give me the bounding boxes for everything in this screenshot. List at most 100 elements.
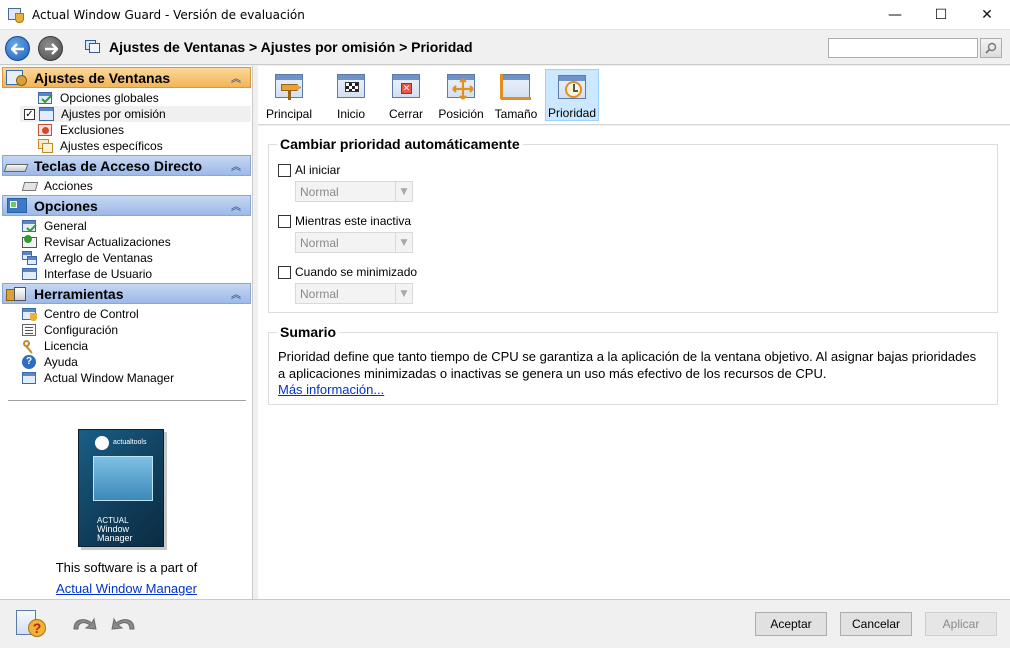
sidebar-item-actual-window-manager[interactable]: Actual Window Manager [20,370,251,386]
group-title: Opciones [34,197,98,214]
sidebar-item-ajustes-especificos[interactable]: Ajustes específicos [20,138,251,154]
search-button[interactable] [980,38,1002,58]
checkbox[interactable] [278,214,291,228]
tab-principal[interactable]: Principal [262,69,316,121]
option-mientras-este-inactiva[interactable]: Mientras este inactiva [278,214,411,228]
group-teclas-de-acceso-directo[interactable]: Teclas de Acceso Directo ︽ [2,155,251,176]
minimize-button[interactable]: — [872,0,918,30]
forward-button[interactable] [38,36,63,61]
window-settings-icon [5,69,29,87]
collapse-chevron-icon[interactable]: ︽ [228,198,244,213]
sidebar-item-interfase-de-usuario[interactable]: Interfase de Usuario [20,266,251,282]
tools-icon [5,285,29,303]
cancel-button[interactable]: Cancelar [840,612,912,636]
priority-select-inactiva[interactable]: Normal ▼ [295,232,413,253]
address-bar: Ajustes de Ventanas > Ajustes por omisió… [0,30,1010,65]
option-label: Cuando se minimizado [295,265,418,279]
box-title-line2: Window Manager [97,524,133,543]
close-button[interactable]: ✕ [964,0,1010,30]
back-button[interactable] [5,36,30,61]
tab-tamano[interactable]: Tamaño [489,69,543,121]
chevron-down-icon: ▼ [395,182,412,201]
group-herramientas[interactable]: Herramientas ︽ [2,283,251,304]
checkbox[interactable] [278,163,291,177]
tab-label: Posición [438,107,484,121]
sidebar-item-label: Ajustes específicos [60,139,163,153]
window-controls: — ☐ ✕ [872,0,1010,30]
promo-link[interactable]: Actual Window Manager [0,581,253,596]
group-title: Ajustes de Ventanas [34,69,171,86]
help-question-icon[interactable]: ? [16,610,46,638]
user-interface-icon [22,267,38,282]
close-window-icon: ✕ [390,72,422,98]
options-icon [5,197,29,215]
redo-icon[interactable] [110,613,138,633]
tab-label: Inicio [336,107,365,121]
sidebar-item-acciones[interactable]: Acciones [20,178,251,194]
apply-button[interactable]: Aplicar [925,612,997,636]
sidebar-item-general[interactable]: General [20,218,251,234]
app-icon [8,7,24,23]
sidebar-item-revisar-actualizaciones[interactable]: Revisar Actualizaciones [20,234,251,250]
tab-inicio[interactable]: Inicio [324,69,378,121]
collapse-chevron-icon[interactable]: ︽ [228,286,244,301]
maximize-button[interactable]: ☐ [918,0,964,30]
option-cuando-se-minimizado[interactable]: Cuando se minimizado [278,265,417,279]
sidebar-item-label: Revisar Actualizaciones [44,235,171,249]
option-al-iniciar[interactable]: Al iniciar [278,163,340,177]
box-brand: actualtools [113,439,147,446]
tab-posicion[interactable]: Posición [434,69,488,121]
tab-label: Prioridad [547,106,597,120]
sidebar-item-centro-de-control[interactable]: Centro de Control [20,306,251,322]
undo-icon[interactable] [70,613,98,633]
tab-prioridad[interactable]: Prioridad [545,69,599,121]
accept-button[interactable]: Aceptar [755,612,827,636]
default-settings-icon [39,106,55,122]
priority-select-minimizado[interactable]: Normal ▼ [295,283,413,304]
group-opciones[interactable]: Opciones ︽ [2,195,251,216]
priority-select-al-iniciar[interactable]: Normal ▼ [295,181,413,202]
clock-icon [556,73,588,99]
collapse-chevron-icon[interactable]: ︽ [228,70,244,85]
tab-label: Tamaño [494,107,538,121]
sidebar-item-opciones-globales[interactable]: Opciones globales [20,90,251,106]
sidebar-item-ajustes-por-omision[interactable]: ✓ Ajustes por omisión [20,106,251,122]
group-title: Herramientas [34,285,124,302]
collapse-chevron-icon[interactable]: ︽ [228,158,244,173]
sidebar-item-label: Ajustes por omisión [61,107,166,121]
breadcrumb: Ajustes de Ventanas > Ajustes por omisió… [109,39,473,55]
sidebar-item-label: Acciones [44,179,93,193]
tab-cerrar[interactable]: ✕ Cerrar [379,69,433,121]
sidebar-item-licencia[interactable]: Licencia [20,338,251,354]
sidebar-item-configuracion[interactable]: Configuración [20,322,251,338]
arrow-right-icon [44,42,58,55]
summary-title: Sumario [277,324,340,340]
sidebar-item-label: Interfase de Usuario [44,267,153,281]
help-icon: ? [22,354,38,370]
move-arrows-icon [445,72,477,100]
item-checkbox[interactable]: ✓ [24,108,35,120]
box-screen [93,456,153,501]
sidebar-item-ayuda[interactable]: ? Ayuda [20,354,251,370]
bottom-bar: ? Aceptar Cancelar Aplicar [0,599,1010,648]
product-box-image[interactable]: actualtools ACTUAL Window Manager [78,429,164,547]
resize-icon [500,72,532,100]
select-value: Normal [300,287,339,301]
configuration-icon [22,323,38,338]
sidebar-item-label: Arreglo de Ventanas [44,251,153,265]
title-bar: Actual Window Guard - Versión de evaluac… [0,0,1010,30]
search-icon [985,42,997,54]
sidebar-item-exclusiones[interactable]: Exclusiones [20,122,251,138]
more-info-link[interactable]: Más información... [278,382,384,397]
sidebar-item-arreglo-de-ventanas[interactable]: Arreglo de Ventanas [20,250,251,266]
box-title: ACTUAL Window Manager [97,516,163,543]
specific-settings-icon [38,138,54,154]
group-ajustes-de-ventanas[interactable]: Ajustes de Ventanas ︽ [2,67,251,88]
key-icon [22,339,38,354]
checkbox[interactable] [278,265,291,279]
search-input[interactable] [828,38,978,58]
updates-icon [22,234,38,250]
window-title: Actual Window Guard - Versión de evaluac… [32,7,305,22]
sidebar-item-label: Exclusiones [60,123,125,137]
chevron-down-icon: ▼ [395,233,412,252]
